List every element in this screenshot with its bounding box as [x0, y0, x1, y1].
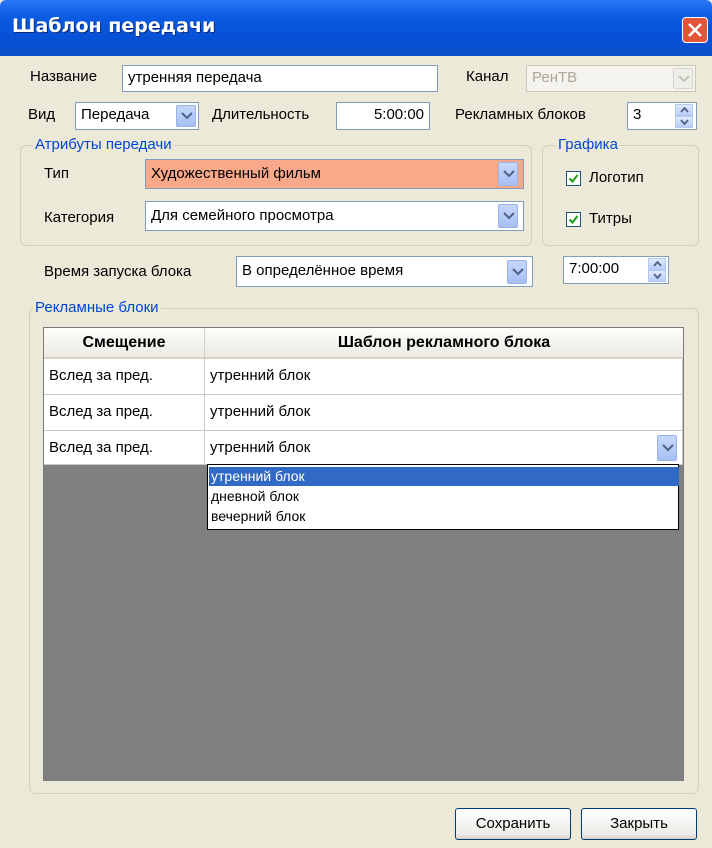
spin-down-button[interactable] [648, 270, 666, 282]
spin-up-button[interactable] [675, 104, 693, 116]
chevron-down-icon [662, 444, 674, 452]
logo-checkbox[interactable] [566, 171, 581, 186]
chevron-down-icon [512, 268, 524, 276]
type-label: Вид [28, 106, 56, 123]
dropdown-option-evening[interactable]: вечерний блок [209, 507, 679, 526]
chevron-down-icon [653, 273, 662, 279]
duration-input[interactable]: 5:00:00 [336, 102, 430, 130]
category-label: Категория [44, 209, 115, 226]
launch-mode-select[interactable]: В определённое время [236, 256, 533, 287]
channel-dropdown-button[interactable] [673, 68, 693, 89]
channel-label: Канал [466, 68, 509, 85]
launch-mode-dropdown-button[interactable] [507, 260, 527, 284]
chevron-up-icon [653, 261, 662, 267]
dialog-window: Шаблон передачи Название утренняя переда… [0, 0, 712, 848]
column-header-template[interactable]: Шаблон рекламного блока [205, 328, 683, 359]
window-title: Шаблон передачи [12, 15, 216, 37]
ad-blocks-spinner[interactable] [675, 104, 693, 128]
credits-checkbox[interactable] [566, 212, 581, 227]
chevron-down-icon [503, 212, 515, 220]
table-row-2-offset[interactable]: Вслед за пред. [44, 395, 205, 431]
name-input[interactable]: утренняя передача [122, 65, 438, 92]
save-button[interactable]: Сохранить [455, 808, 571, 840]
category-select[interactable]: Для семейного просмотра [145, 201, 524, 231]
name-label: Название [30, 68, 98, 85]
close-icon [688, 23, 702, 37]
attributes-group-title: Атрибуты передачи [33, 136, 174, 153]
logo-label[interactable]: Логотип [589, 169, 644, 186]
table-row-1-template[interactable]: утренний блок [205, 359, 683, 395]
launch-time-spinner[interactable] [648, 258, 666, 282]
close-window-button[interactable] [682, 17, 708, 43]
title-bar[interactable]: Шаблон передачи [0, 0, 712, 56]
table-row-1-offset[interactable]: Вслед за пред. [44, 359, 205, 395]
close-button[interactable]: Закрыть [581, 808, 697, 840]
chevron-down-icon [680, 119, 689, 125]
credits-label[interactable]: Титры [589, 210, 632, 227]
type-dropdown-button[interactable] [176, 105, 196, 127]
graphics-group-title: Графика [556, 136, 620, 153]
spin-down-button[interactable] [675, 116, 693, 128]
chevron-down-icon [181, 112, 193, 120]
chevron-up-icon [680, 107, 689, 113]
template-dropdown-list: утренний блок дневной блок вечерний блок [207, 464, 679, 530]
spin-up-button[interactable] [648, 258, 666, 270]
ad-blocks-group-title: Рекламные блоки [33, 299, 161, 316]
template-dropdown-button[interactable] [657, 435, 677, 461]
checkmark-icon [568, 174, 579, 184]
table-row-2-template[interactable]: утренний блок [205, 395, 683, 431]
table-row-3-offset[interactable]: Вслед за пред. [44, 431, 205, 465]
dropdown-option-day[interactable]: дневной блок [209, 487, 679, 506]
kind-dropdown-button[interactable] [498, 162, 518, 186]
column-header-offset[interactable]: Смещение [44, 328, 205, 359]
table-row-3-template-editor[interactable]: утренний блок [205, 431, 683, 465]
kind-select[interactable]: Художественный фильм [145, 159, 524, 189]
ad-blocks-count-label: Рекламных блоков [455, 106, 586, 123]
channel-select[interactable]: РенТВ [526, 65, 696, 92]
kind-label: Тип [44, 165, 70, 182]
chevron-down-icon [678, 75, 690, 83]
duration-label: Длительность [212, 106, 310, 123]
chevron-down-icon [503, 170, 515, 178]
category-dropdown-button[interactable] [498, 204, 518, 228]
checkmark-icon [568, 215, 579, 225]
launch-time-label: Время запуска блока [44, 263, 192, 280]
dropdown-option-morning[interactable]: утренний блок [209, 467, 679, 486]
graphics-group [542, 145, 699, 246]
